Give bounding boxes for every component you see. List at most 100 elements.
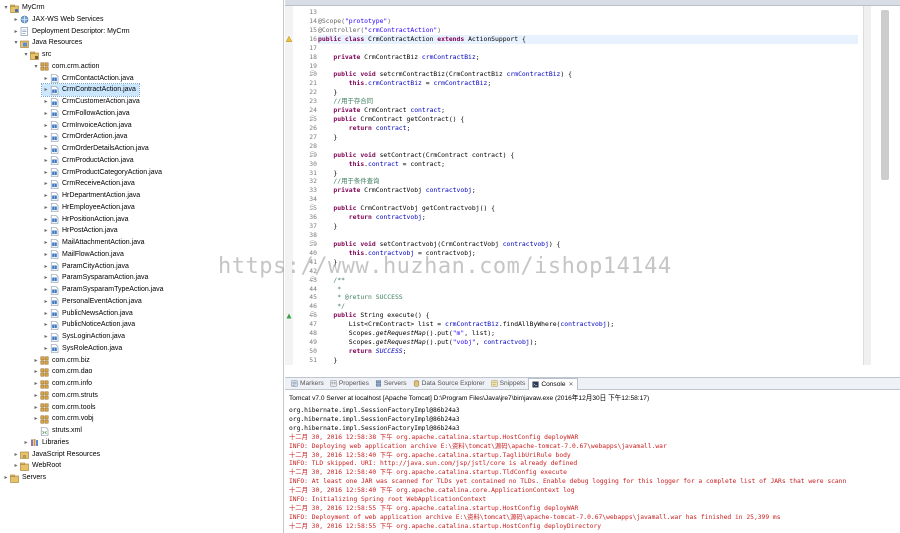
tree-item-java-file[interactable]: ▸ J CrmOrderAction.java [42,131,127,143]
code-line[interactable]: this.contract = contract; [318,160,445,169]
code-editor[interactable]: 13 14 @Scope("prototype") 15 @Controller("cr… [285,6,900,365]
code-line[interactable]: public CrmContract getContract() { [318,115,464,124]
expanded-chevron-icon[interactable]: ▾ [2,2,10,14]
code-line[interactable]: private CrmContractBiz crmContractBiz; [318,53,479,62]
console-output[interactable]: org.hibernate.impl.SessionFactoryImpl@86… [285,404,900,533]
collapsed-chevron-icon[interactable]: ▸ [42,296,50,308]
tree-item-java-file[interactable]: ▸ J PublicNewsAction.java [42,308,133,320]
tree-item-java-file[interactable]: ▸ J CrmCustomerAction.java [42,96,140,108]
collapsed-chevron-icon[interactable]: ▸ [42,319,50,331]
tree-item[interactable]: ▸ com.crm.tools [32,402,96,414]
collapsed-chevron-icon[interactable]: ▸ [42,84,50,96]
warning-marker-icon[interactable] [285,36,293,43]
editor-scrollbar[interactable] [871,6,900,365]
collapsed-chevron-icon[interactable]: ▸ [32,355,40,367]
collapsed-chevron-icon[interactable]: ▸ [32,390,40,402]
code-line[interactable]: } [318,88,337,97]
tree-item-java-file[interactable]: ▸ J HrEmployeeAction.java [42,202,135,214]
code-line[interactable]: * [318,285,345,294]
code-line[interactable]: public String execute() { [318,311,429,320]
tab-console[interactable]: Console ✕ [528,377,578,390]
tab-servers[interactable]: Servers [372,378,410,390]
collapsed-chevron-icon[interactable]: ▸ [42,120,50,132]
code-line[interactable]: return SUCCESS; [318,347,407,356]
collapsed-chevron-icon[interactable]: ▸ [22,437,30,449]
collapsed-chevron-icon[interactable]: ▸ [32,413,40,425]
tab-snippets[interactable]: Snippets [488,378,529,390]
code-line[interactable]: this.crmContractBiz = crmContractBiz; [318,79,491,88]
code-line[interactable]: //用于条件查询 [318,177,379,186]
code-line[interactable]: * @return SUCCESS [318,293,402,302]
collapsed-chevron-icon[interactable]: ▸ [32,366,40,378]
tree-item[interactable]: ▸ com.crm.dao [32,366,92,378]
tree-item-java-file[interactable]: ▸ J SysLoginAction.java [42,331,125,343]
collapsed-chevron-icon[interactable]: ▸ [42,331,50,343]
code-line[interactable]: Scopes.getRequestMap().put("m", list); [318,329,495,338]
tree-item[interactable]: ▾ MyCrm [2,2,45,14]
collapsed-chevron-icon[interactable]: ▸ [42,190,50,202]
collapsed-chevron-icon[interactable]: ▸ [42,308,50,320]
tree-item[interactable]: ▾ Java Resources [12,37,82,49]
code-line[interactable]: public void setcrmContractBiz(CrmContrac… [318,70,572,79]
tree-item[interactable]: ▸ JS JavaScript Resources [12,449,100,461]
collapsed-chevron-icon[interactable]: ▸ [42,178,50,190]
tree-item[interactable]: ▾ src [22,49,51,61]
tree-item[interactable]: ▸ Servers [2,472,46,484]
tree-item-java-file[interactable]: ▸ J CrmContactAction.java [42,73,134,85]
scrollbar-thumb[interactable] [881,10,889,180]
expanded-chevron-icon[interactable]: ▾ [32,61,40,73]
override-marker-icon[interactable] [286,313,292,319]
code-line[interactable]: @Scope("prototype") [318,17,391,26]
collapsed-chevron-icon[interactable]: ▸ [42,261,50,273]
tree-item[interactable]: struts.xml [32,425,82,437]
tree-item-java-file[interactable]: ▸ J SysRoleAction.java [42,343,122,355]
tree-item-java-file[interactable]: ▸ J CrmProductAction.java [42,155,134,167]
code-line[interactable]: private CrmContract contract; [318,106,445,115]
code-line[interactable]: } [318,222,337,231]
tree-item-java-file[interactable]: ▸ J ParamCityAction.java [42,261,129,273]
tree-item-java-file[interactable]: ▸ J HrPostAction.java [42,225,118,237]
view-tab-bar[interactable]: Markers Properties Servers Data Source Expl… [285,377,900,390]
collapsed-chevron-icon[interactable]: ▸ [42,131,50,143]
tree-item-java-file[interactable]: ▸ J CrmOrderDetailsAction.java [42,143,149,155]
collapsed-chevron-icon[interactable]: ▸ [42,237,50,249]
collapsed-chevron-icon[interactable]: ▸ [42,272,50,284]
code-line[interactable]: } [318,356,337,365]
tree-item[interactable]: ▾ com.crm.action [32,61,99,73]
fold-toggle-icon[interactable] [310,204,315,213]
tree-item[interactable]: ▸ com.crm.info [32,378,92,390]
collapsed-chevron-icon[interactable]: ▸ [42,343,50,355]
code-line[interactable]: return contract; [318,124,411,133]
collapsed-chevron-icon[interactable]: ▸ [42,202,50,214]
collapsed-chevron-icon[interactable]: ▸ [42,214,50,226]
collapsed-chevron-icon[interactable]: ▸ [42,155,50,167]
code-line[interactable]: Scopes.getRequestMap().put("vobj", contr… [318,338,538,347]
tree-item[interactable]: ▸ Libraries [22,437,69,449]
collapsed-chevron-icon[interactable]: ▸ [2,472,10,484]
collapsed-chevron-icon[interactable]: ▸ [12,26,20,38]
collapsed-chevron-icon[interactable]: ▸ [32,402,40,414]
editor-ruler[interactable] [285,6,293,365]
collapsed-chevron-icon[interactable]: ▸ [42,284,50,296]
tree-item-java-file[interactable]: ▸ J CrmFollowAction.java [42,108,130,120]
tree-item[interactable]: ▸ WebRoot [12,460,61,472]
collapsed-chevron-icon[interactable]: ▸ [42,73,50,85]
collapsed-chevron-icon[interactable]: ▸ [42,167,50,179]
code-line[interactable]: public void setContract(CrmContract cont… [318,151,514,160]
expanded-chevron-icon[interactable]: ▾ [22,49,30,61]
tree-item[interactable]: ▸ com.crm.vobj [32,413,94,425]
fold-toggle-icon[interactable] [310,311,315,320]
code-line[interactable]: } [318,258,337,267]
fold-toggle-icon[interactable] [310,240,315,249]
tree-item[interactable]: ▸ Deployment Descriptor: MyCrm [12,26,130,38]
tree-item-java-file[interactable]: ▸ J ParamSysparamAction.java [42,272,148,284]
fold-toggle-icon[interactable] [310,70,315,79]
tree-item-java-file[interactable]: ▸ J ParamSysparamTypeAction.java [42,284,164,296]
tree-item-java-file[interactable]: ▸ J PublicNoticeAction.java [42,319,135,331]
collapsed-chevron-icon[interactable]: ▸ [42,96,50,108]
code-line[interactable]: public CrmContractVobj getContractvobj()… [318,204,495,213]
tab-datasource[interactable]: Data Source Explorer [410,378,488,390]
collapsed-chevron-icon[interactable]: ▸ [12,14,20,26]
tab-markers[interactable]: Markers [288,378,327,390]
tree-item[interactable]: ▸ com.crm.struts [32,390,98,402]
